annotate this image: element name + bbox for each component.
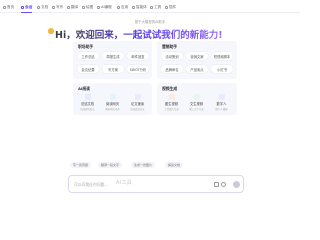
- feature-item[interactable]: 文生视频 输入文字生成: [184, 94, 209, 111]
- tab-chat[interactable]: 会话: [21, 3, 33, 13]
- prompt-pill[interactable]: 工作总结: [77, 52, 99, 60]
- pen-icon: [52, 5, 55, 9]
- tab-home[interactable]: 首页: [3, 3, 14, 11]
- prompt-pill[interactable]: 活动策划: [161, 52, 183, 60]
- prompt-pill[interactable]: 邮件回复: [127, 52, 149, 60]
- card-workplace-assistant: 职场助手 工作总结 周报生成 邮件回复 会议纪要 写方案 SWOT分析: [73, 41, 152, 79]
- image-upload-icon[interactable]: [221, 182, 226, 187]
- tab-translate[interactable]: 翻译: [67, 3, 78, 11]
- upload-file-icon[interactable]: [214, 182, 219, 187]
- tab-apps[interactable]: 应用: [117, 3, 128, 11]
- feature-item[interactable]: 图生视频 上传图片生成: [159, 94, 184, 111]
- home-icon: [3, 5, 6, 9]
- prompt-pill[interactable]: SWOT分析: [127, 65, 149, 73]
- suggestion-chip[interactable]: 翻译一段文字: [98, 162, 123, 168]
- card-title: 营销助手: [162, 44, 178, 49]
- prompt-pill[interactable]: 产品卖点: [186, 65, 208, 73]
- prompt-pill[interactable]: 周报生成: [102, 52, 124, 60]
- palette-icon: [82, 5, 85, 9]
- chat-input-placeholder: 可以问我任何问题...: [74, 182, 108, 187]
- prompt-pill[interactable]: 品牌命名: [161, 65, 183, 73]
- translate-icon: [67, 5, 70, 9]
- card-title: AI阅读: [78, 86, 90, 91]
- chat-icon: [21, 5, 24, 9]
- document-icon: [84, 94, 91, 100]
- tab-agents[interactable]: 智能体: [132, 3, 147, 11]
- plugin-icon: [165, 5, 168, 9]
- prompt-pill[interactable]: 会议纪要: [77, 65, 99, 73]
- watermark-logo: AI工具: [116, 180, 133, 186]
- video-icon: [193, 94, 200, 100]
- book-icon: [134, 94, 141, 100]
- tab-drawing[interactable]: 绘图: [82, 3, 93, 11]
- prompt-pill[interactable]: 短视频脚本: [211, 52, 233, 60]
- wrench-icon: [150, 5, 153, 9]
- waving-hand-icon: [48, 28, 54, 34]
- card-title: 职场助手: [78, 44, 94, 49]
- feature-item[interactable]: 总结文档 快速提炼要点: [75, 94, 100, 111]
- suggestion-chip[interactable]: 写一篇周报: [70, 162, 92, 168]
- tab-writing[interactable]: 写作: [52, 3, 63, 11]
- prompt-pill[interactable]: 写方案: [102, 65, 124, 73]
- document-icon: [37, 5, 40, 9]
- avatar-icon: [218, 94, 225, 100]
- code-icon: [97, 5, 100, 9]
- robot-icon: [132, 5, 135, 9]
- feature-item[interactable]: 论文速读 高效阅读论文: [125, 94, 150, 111]
- prompt-pill[interactable]: 小红书: [211, 65, 233, 73]
- card-ai-reading: AI阅读 总结文档 快速提炼要点 阅读网页 解析网页内容 论文速读 高效阅读论文: [73, 83, 152, 115]
- card-video-generation: 视频生成 图生视频 上传图片生成 文生视频 输入文字生成 数字人 数字人播报: [157, 83, 237, 115]
- greeting-title: Hi，欢迎回来，一起试试我们的新能力!: [55, 27, 223, 41]
- globe-icon: [109, 94, 116, 100]
- chat-input[interactable]: 可以问我任何问题...: [68, 175, 244, 193]
- send-button[interactable]: [233, 181, 240, 188]
- card-marketing-assistant: 营销助手 活动策划 营销文案 短视频脚本 品牌命名 产品卖点 小红书: [157, 41, 237, 79]
- tab-tools[interactable]: 工具: [150, 3, 161, 11]
- top-nav: 首页 会话 文档 写作 翻译 绘图 AI编程 应用 智能体 工具 插件: [0, 0, 300, 13]
- prompt-pill[interactable]: 营销文案: [186, 52, 208, 60]
- tab-plugins[interactable]: 插件: [165, 3, 176, 11]
- card-title: 视频生成: [162, 86, 178, 91]
- tab-docs[interactable]: 文档: [37, 3, 48, 11]
- suggestion-chip[interactable]: 生成一张图片: [131, 162, 156, 168]
- page-subtitle: 基于大模型的AI助手: [134, 20, 166, 24]
- grid-icon: [117, 5, 120, 9]
- feature-item[interactable]: 阅读网页 解析网页内容: [100, 94, 125, 111]
- tab-ai-coding[interactable]: AI编程: [97, 3, 112, 11]
- suggestion-chip[interactable]: 解读文档: [165, 162, 184, 168]
- image-icon: [168, 94, 175, 100]
- feature-item[interactable]: 数字人 数字人播报: [209, 94, 234, 111]
